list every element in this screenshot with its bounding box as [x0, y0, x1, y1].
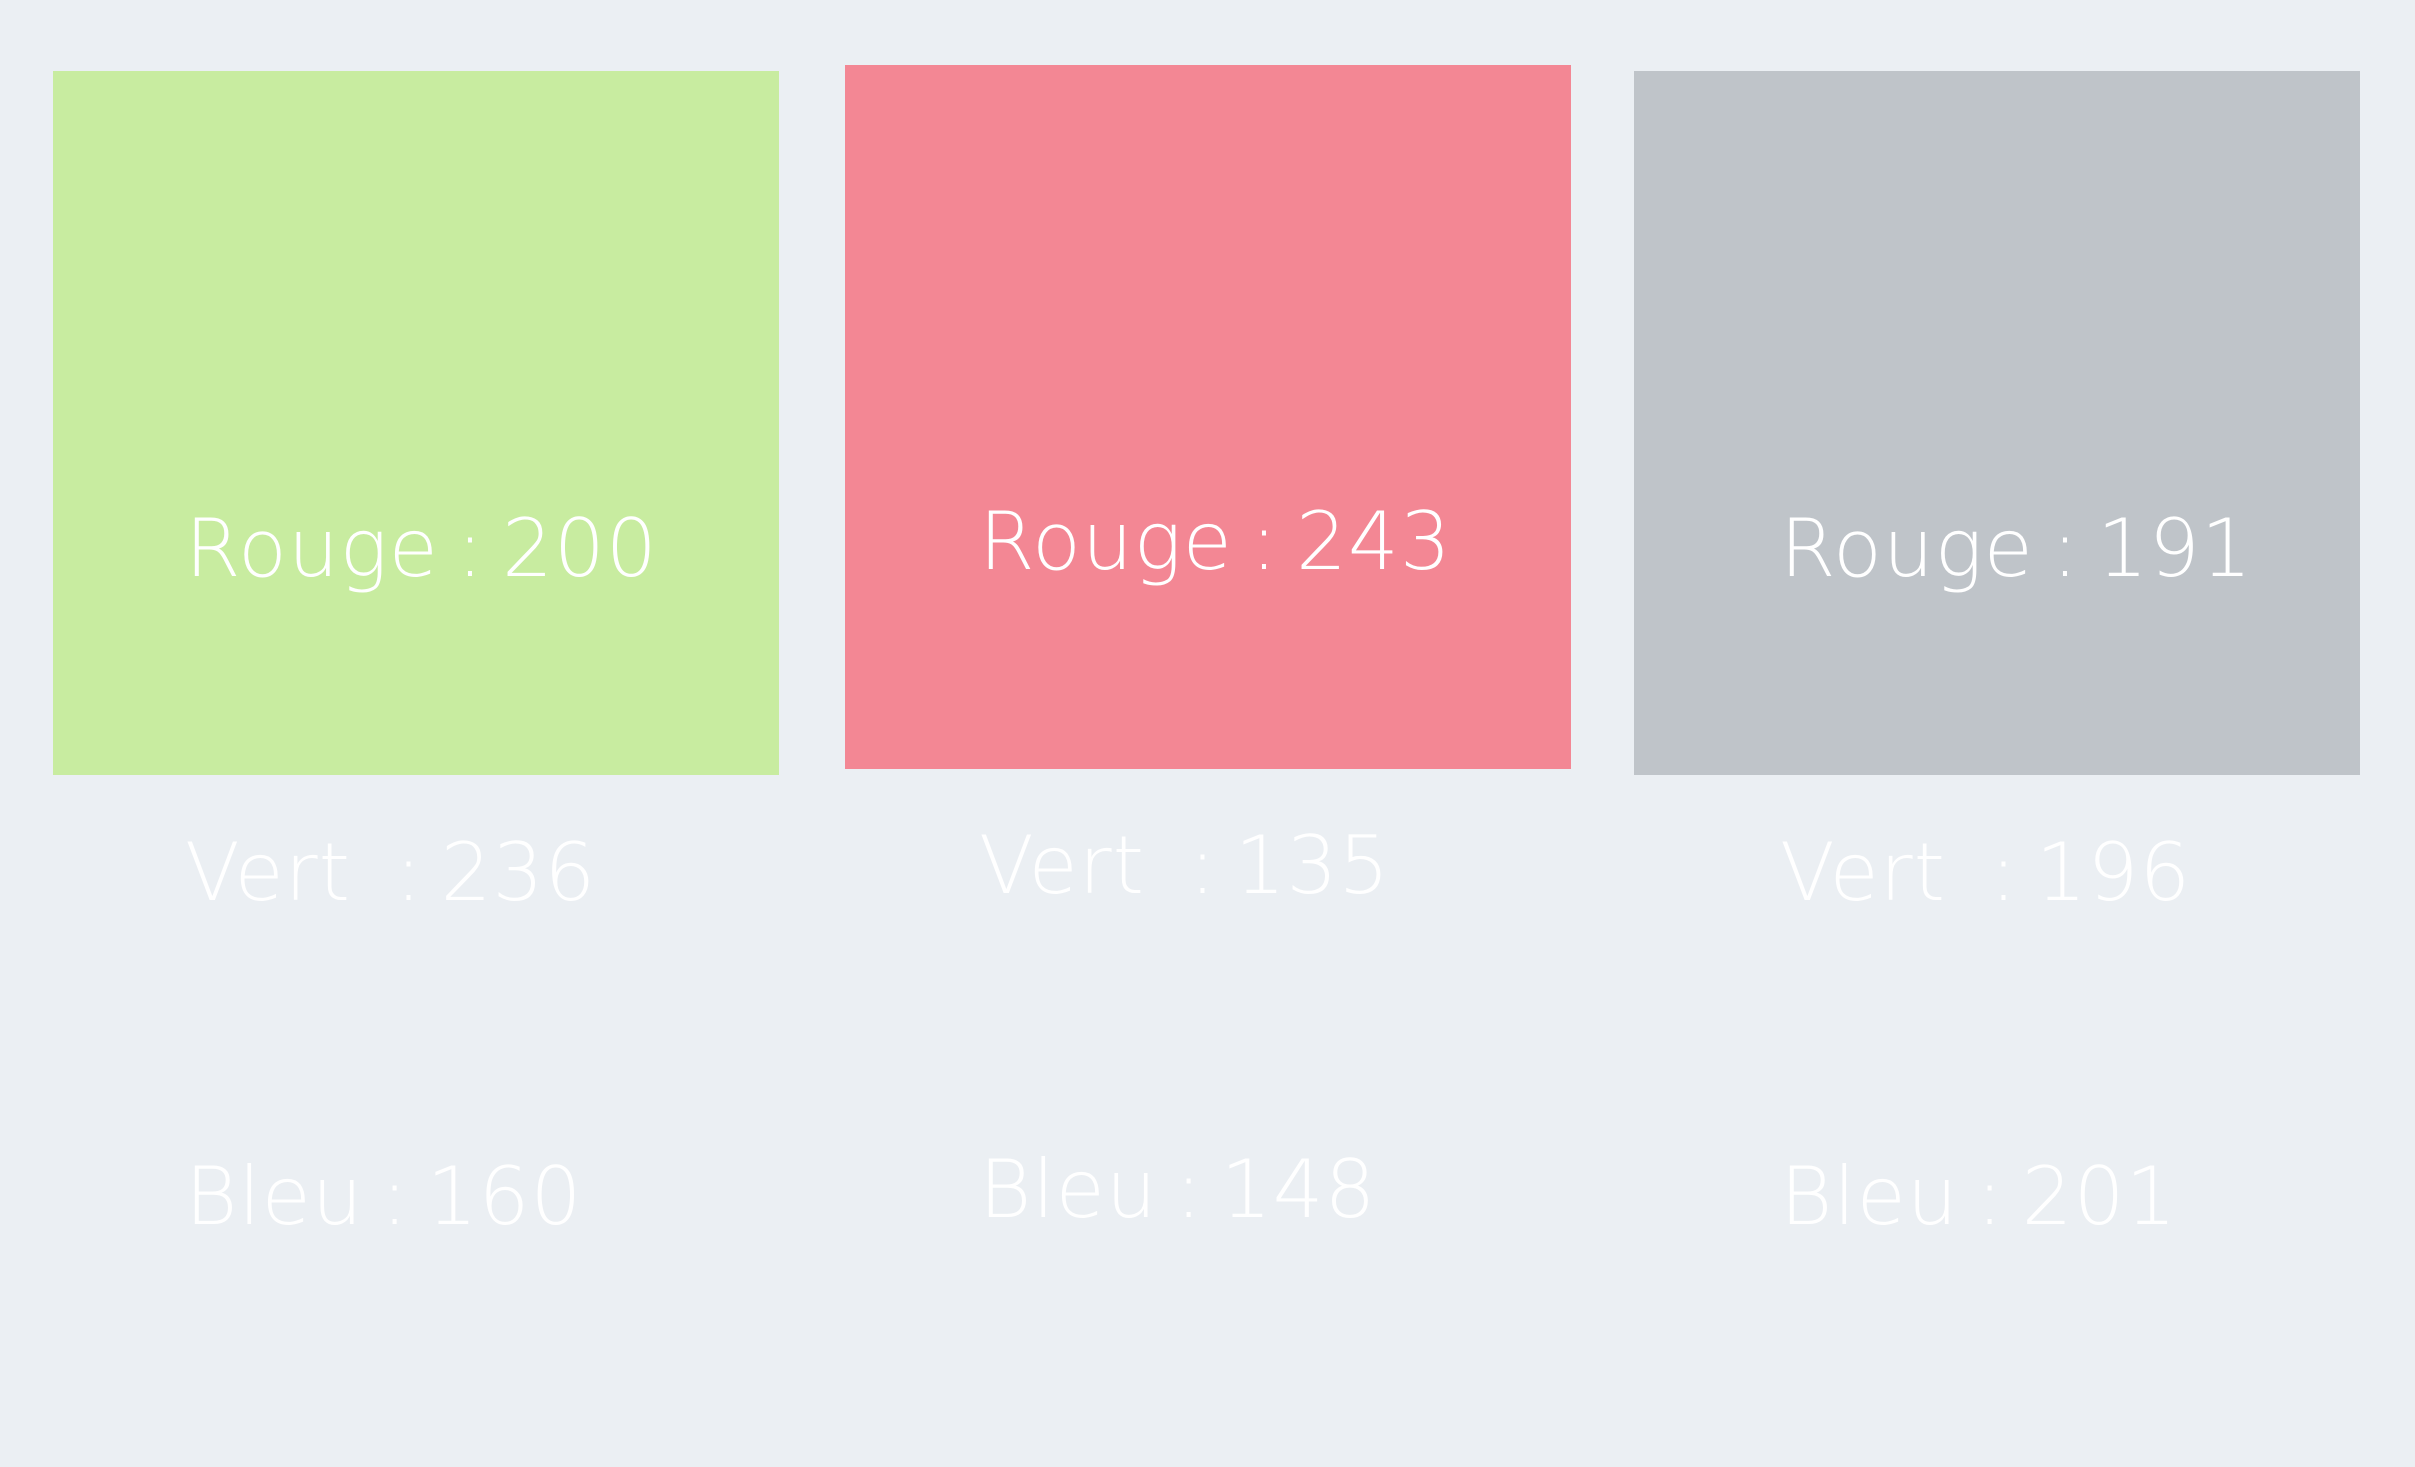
rgb-value: 191 — [2097, 502, 2253, 595]
rgb-separator: : — [395, 826, 423, 919]
rgb-value: 135 — [1234, 819, 1391, 912]
rgb-separator: : — [2051, 502, 2080, 595]
rgb-row-red: Rouge:243 — [979, 488, 1452, 596]
rgb-row-blue: Bleu:160 — [185, 1143, 658, 1251]
rgb-label: Rouge — [185, 502, 439, 595]
rgb-row-blue: Bleu:148 — [979, 1136, 1452, 1244]
rgb-label: Bleu — [185, 1150, 364, 1243]
rgb-separator: : — [1175, 1143, 1204, 1236]
rgb-value: 243 — [1296, 495, 1452, 588]
rgb-separator: : — [1250, 495, 1279, 588]
rgb-value: 148 — [1220, 1143, 1377, 1236]
rgb-separator: : — [381, 1150, 410, 1243]
rgb-row-blue: Bleu:201 — [1780, 1143, 2253, 1251]
rgb-label: Rouge — [1780, 502, 2034, 595]
rgb-separator: : — [1189, 819, 1217, 912]
color-swatch-green: Rouge:200 Vert :236 Bleu:160 — [53, 71, 779, 1243]
rgb-value: 200 — [502, 502, 658, 595]
rgb-label: Bleu — [1780, 1150, 1959, 1243]
rgb-values: Rouge:200 Vert :236 Bleu:160 — [185, 279, 658, 1467]
color-swatch-gray: Rouge:191 Vert :196 Bleu:201 — [1634, 71, 2360, 1243]
rgb-values: Rouge:243 Vert :135 Bleu:148 — [979, 272, 1452, 1460]
rgb-value: 160 — [426, 1150, 583, 1243]
rgb-separator: : — [1990, 826, 2018, 919]
rgb-separator: : — [456, 502, 485, 595]
rgb-row-red: Rouge:200 — [185, 495, 658, 603]
rgb-label: Vert — [1780, 826, 1973, 919]
rgb-row-red: Rouge:191 — [1780, 495, 2253, 603]
color-swatch-pink: Rouge:243 Vert :135 Bleu:148 — [845, 65, 1571, 1236]
rgb-row-green: Vert :135 — [979, 812, 1452, 920]
rgb-values: Rouge:191 Vert :196 Bleu:201 — [1780, 279, 2253, 1467]
rgb-label: Bleu — [979, 1143, 1158, 1236]
rgb-separator: : — [1976, 1150, 2005, 1243]
rgb-row-green: Vert :196 — [1780, 819, 2253, 927]
rgb-row-green: Vert :236 — [185, 819, 658, 927]
rgb-label: Rouge — [979, 495, 1233, 588]
rgb-value: 201 — [2021, 1150, 2178, 1243]
rgb-label: Vert — [185, 826, 378, 919]
rgb-label: Vert — [979, 819, 1172, 912]
